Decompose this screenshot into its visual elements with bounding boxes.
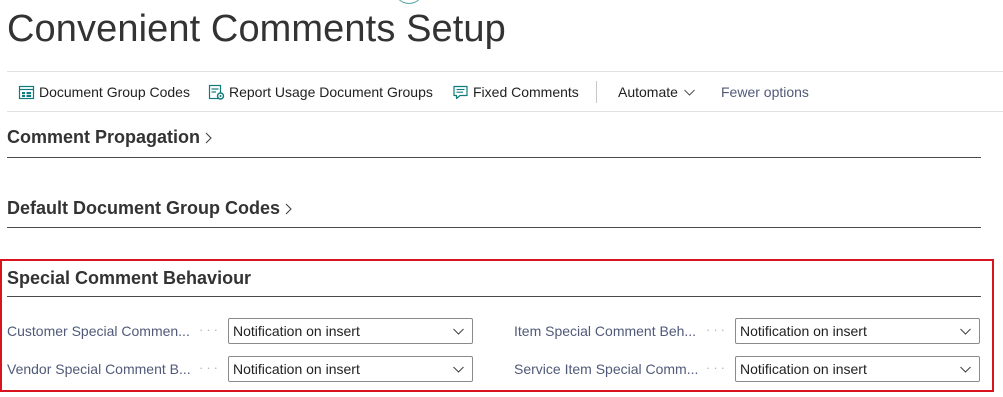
customer-special-comment-field: Customer Special Commen... ··· Notificat… (7, 318, 473, 344)
comment-propagation-header[interactable]: Comment Propagation (7, 127, 981, 148)
vendor-special-comment-field: Vendor Special Comment B... ··· Notifica… (7, 356, 473, 382)
report-usage-document-groups-label: Report Usage Document Groups (229, 84, 433, 100)
vendor-special-comment-label: Vendor Special Comment B... (7, 361, 191, 377)
item-special-comment-label: Item Special Comment Beh... (514, 323, 697, 339)
page-title: Convenient Comments Setup (7, 8, 506, 50)
list-grid-icon (18, 85, 35, 99)
chevron-down-icon (960, 366, 971, 373)
comment-propagation-fasttab: Comment Propagation (7, 127, 981, 158)
action-bar-divider (596, 81, 597, 103)
field-dots: ··· (706, 322, 728, 337)
fewer-options-button[interactable]: Fewer options (721, 72, 809, 112)
comment-icon (453, 85, 468, 99)
fewer-options-label: Fewer options (721, 84, 809, 100)
fixed-comments-action[interactable]: Fixed Comments (452, 72, 579, 112)
top-decoration (394, 0, 424, 4)
chevron-right-icon (205, 132, 212, 143)
service-item-special-comment-value: Notification on insert (740, 361, 867, 377)
fixed-comments-label: Fixed Comments (473, 84, 579, 100)
report-usage-document-groups-action[interactable]: Report Usage Document Groups (208, 72, 433, 112)
default-document-group-codes-fasttab: Default Document Group Codes (7, 198, 981, 228)
item-special-comment-select[interactable]: Notification on insert (735, 318, 980, 344)
service-item-special-comment-field: Service Item Special Comm... ··· Notific… (514, 356, 981, 382)
service-item-special-comment-label: Service Item Special Comm... (514, 361, 699, 377)
chevron-down-icon (453, 328, 464, 335)
default-document-group-codes-header[interactable]: Default Document Group Codes (7, 198, 981, 219)
field-dots: ··· (199, 360, 221, 375)
automate-label: Automate (618, 84, 678, 100)
report-settings-icon (208, 84, 225, 100)
item-special-comment-field: Item Special Comment Beh... ··· Notifica… (514, 318, 981, 344)
chevron-down-icon (453, 366, 464, 373)
chevron-down-icon (684, 89, 695, 96)
service-item-special-comment-select[interactable]: Notification on insert (735, 356, 980, 382)
automate-menu-button[interactable]: Automate (618, 72, 696, 112)
action-bar: Document Group Codes Report Usage Docume… (7, 71, 1003, 112)
document-group-codes-label: Document Group Codes (39, 84, 190, 100)
customer-special-comment-label: Customer Special Commen... (7, 323, 190, 339)
customer-special-comment-value: Notification on insert (233, 323, 360, 339)
document-group-codes-action[interactable]: Document Group Codes (18, 72, 190, 112)
field-dots: ··· (706, 360, 728, 375)
special-comment-behaviour-header[interactable]: Special Comment Behaviour (7, 268, 981, 289)
field-dots: ··· (199, 322, 221, 337)
chevron-down-icon (960, 328, 971, 335)
special-comment-behaviour-fasttab: Special Comment Behaviour (7, 268, 981, 297)
vendor-special-comment-value: Notification on insert (233, 361, 360, 377)
vendor-special-comment-select[interactable]: Notification on insert (228, 356, 473, 382)
item-special-comment-value: Notification on insert (740, 323, 867, 339)
special-comment-behaviour-title: Special Comment Behaviour (7, 268, 252, 288)
default-document-group-codes-title: Default Document Group Codes (7, 198, 281, 218)
customer-special-comment-select[interactable]: Notification on insert (228, 318, 473, 344)
chevron-right-icon (285, 203, 292, 214)
comment-propagation-title: Comment Propagation (7, 127, 201, 147)
